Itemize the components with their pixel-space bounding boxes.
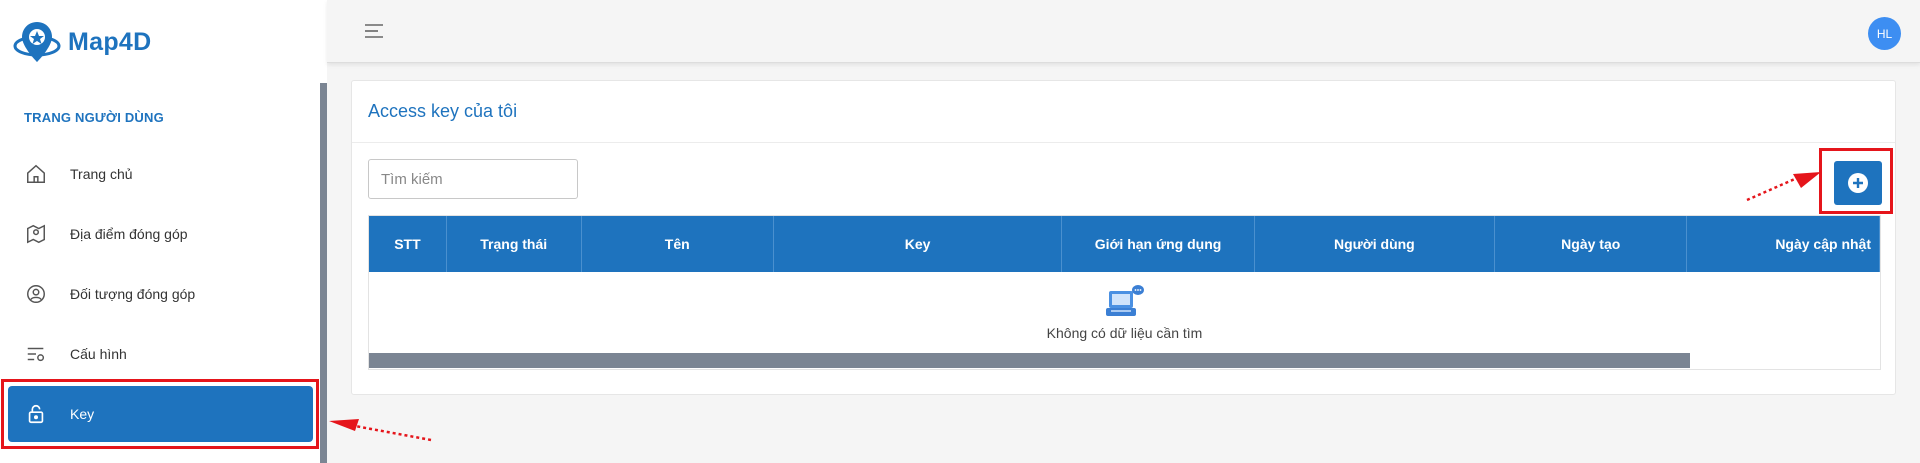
- settings-list-icon: [24, 342, 48, 366]
- table-horizontal-scrollbar[interactable]: [369, 353, 1690, 368]
- user-avatar[interactable]: HL: [1868, 17, 1901, 50]
- app-name: Map4D: [68, 27, 152, 56]
- sidebar-scrollbar[interactable]: [320, 83, 327, 463]
- sidebar-item-contributed-places[interactable]: Địa điểm đóng góp: [8, 206, 313, 262]
- add-button-highlight-box: [1819, 148, 1893, 214]
- access-key-card: Access key của tôi STT Trạng thái Tên Ke…: [351, 80, 1896, 395]
- table-header: STT Trạng thái Tên Key Giới hạn ứng dụng…: [369, 216, 1880, 272]
- search-input[interactable]: [368, 159, 578, 199]
- menu-toggle-button[interactable]: [363, 22, 387, 40]
- map-pin-logo-icon: [13, 22, 61, 62]
- sidebar-item-label: Trang chủ: [70, 166, 133, 182]
- column-header[interactable]: Ngày cập nhật: [1687, 216, 1880, 272]
- sidebar-item-contributed-objects[interactable]: Đối tượng đóng góp: [8, 266, 313, 322]
- sidebar-item-label: Địa điểm đóng góp: [70, 226, 188, 242]
- no-data-icon: [1105, 285, 1144, 316]
- column-header[interactable]: Key: [774, 216, 1063, 272]
- column-header[interactable]: Trạng thái: [447, 216, 582, 272]
- column-header[interactable]: Giới hạn ứng dụng: [1062, 216, 1255, 272]
- column-header[interactable]: Người dùng: [1255, 216, 1496, 272]
- sidebar-item-settings[interactable]: Cấu hình: [8, 326, 313, 382]
- hamburger-icon: [365, 24, 383, 38]
- divider: [352, 142, 1895, 143]
- sidebar-item-label: Đối tượng đóng góp: [70, 286, 196, 302]
- sidebar-section-title: TRANG NGƯỜI DÙNG: [24, 110, 164, 125]
- map-pin-icon: [24, 222, 48, 246]
- top-header: HL: [327, 0, 1920, 63]
- key-highlight-box: [1, 379, 319, 449]
- column-header[interactable]: Tên: [582, 216, 774, 272]
- empty-state: Không có dữ liệu cần tìm: [369, 272, 1880, 352]
- logo[interactable]: Map4D: [12, 18, 151, 66]
- keys-table: STT Trạng thái Tên Key Giới hạn ứng dụng…: [368, 215, 1881, 370]
- column-header[interactable]: Ngày tạo: [1495, 216, 1688, 272]
- home-icon: [24, 162, 48, 186]
- sidebar-item-label: Cấu hình: [70, 346, 127, 362]
- page-title: Access key của tôi: [368, 101, 518, 121]
- column-header[interactable]: STT: [369, 216, 447, 272]
- arrow-to-key-icon: [329, 419, 432, 442]
- sidebar-item-home[interactable]: Trang chủ: [8, 146, 313, 202]
- user-pin-icon: [24, 282, 48, 306]
- empty-message: Không có dữ liệu cần tìm: [1046, 325, 1203, 341]
